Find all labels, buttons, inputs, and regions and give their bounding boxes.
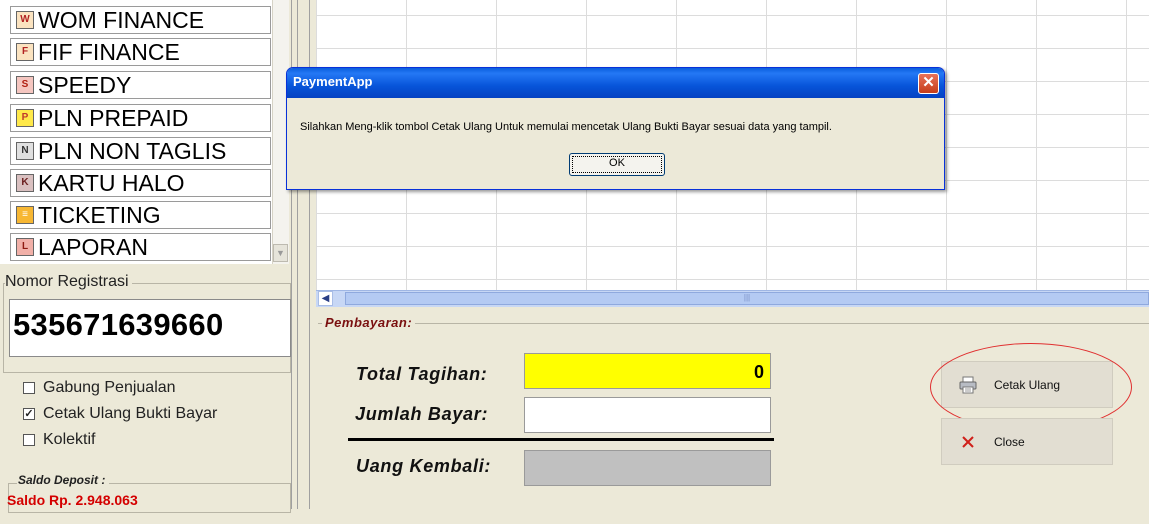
jumlah-bayar-label: Jumlah Bayar: [355, 404, 489, 424]
fif-finance-icon: F [16, 43, 34, 61]
menu-item-pln-non-taglis[interactable]: N PLN NON TAGLIS [10, 137, 271, 165]
wom-finance-icon: W [16, 11, 34, 29]
uang-kembali-label: Uang Kembali: [356, 456, 492, 476]
option-label: Kolektif [43, 431, 96, 448]
menu-item-kartu-halo[interactable]: K KARTU HALO [10, 169, 271, 197]
checkbox-unchecked-icon[interactable] [23, 434, 35, 446]
menu-item-pln-prepaid[interactable]: P PLN PREPAID [10, 104, 271, 132]
uang-kembali-field [524, 450, 771, 486]
scrollbar-thumb[interactable]: ||| [345, 292, 1149, 305]
service-menu-list: W WOM FINANCE F FIF FINANCE S SPEEDY P P… [0, 0, 300, 264]
dialog-title: PaymentApp [293, 74, 373, 89]
registration-number-field[interactable]: 535671639660 [9, 299, 291, 357]
option-gabung-penjualan[interactable]: Gabung Penjualan [23, 379, 176, 397]
message-dialog: PaymentApp ✕ Silahkan Meng-klik tombol C… [286, 67, 945, 190]
menu-item-label: PLN PREPAID [38, 104, 189, 131]
option-label: Gabung Penjualan [43, 379, 176, 396]
menu-item-label: WOM FINANCE [38, 6, 205, 33]
jumlah-bayar-input[interactable] [524, 397, 771, 433]
option-label: Cetak Ulang Bukti Bayar [43, 405, 218, 422]
menu-item-speedy[interactable]: S SPEEDY [10, 71, 271, 99]
scroll-down-arrow-icon[interactable]: ▼ [273, 244, 288, 262]
option-kolektif[interactable]: Kolektif [23, 431, 95, 449]
ticketing-icon: ≡ [16, 206, 34, 224]
menu-item-label: PLN NON TAGLIS [38, 137, 227, 164]
menu-item-label: KARTU HALO [38, 169, 185, 196]
laporan-icon: L [16, 238, 34, 256]
close-label: Close [994, 434, 1025, 449]
checkbox-unchecked-icon[interactable] [23, 382, 35, 394]
dialog-close-icon[interactable]: ✕ [918, 73, 939, 94]
close-button[interactable]: Close [941, 418, 1113, 465]
pln-non-taglis-icon: N [16, 142, 34, 160]
option-cetak-ulang-bukti-bayar[interactable]: ✓ Cetak Ulang Bukti Bayar [23, 405, 217, 423]
kartu-halo-icon: K [16, 174, 34, 192]
pln-prepaid-icon: P [16, 109, 34, 127]
dialog-message: Silahkan Meng-klik tombol Cetak Ulang Un… [300, 121, 832, 133]
menu-item-label: LAPORAN [38, 233, 148, 260]
saldo-legend: Saldo Deposit : [17, 473, 110, 487]
scroll-left-arrow-icon[interactable]: ◀ [318, 291, 333, 306]
total-tagihan-label: Total Tagihan: [356, 364, 488, 384]
dialog-titlebar[interactable] [287, 68, 944, 98]
checkbox-checked-icon[interactable]: ✓ [23, 408, 35, 420]
saldo-value: Saldo Rp. 2.948.063 [7, 492, 138, 508]
menu-item-label: TICKETING [38, 201, 161, 228]
close-icon [942, 434, 994, 450]
menu-item-wom-finance[interactable]: W WOM FINANCE [10, 6, 271, 34]
payment-divider [348, 438, 774, 441]
speedy-icon: S [16, 76, 34, 94]
menu-item-laporan[interactable]: L LAPORAN [10, 233, 271, 261]
menu-item-label: FIF FINANCE [38, 38, 180, 65]
menu-item-ticketing[interactable]: ≡ TICKETING [10, 201, 271, 229]
ok-button[interactable]: OK [569, 153, 665, 176]
payment-legend: Pembayaran: [322, 315, 416, 330]
menu-item-label: SPEEDY [38, 71, 132, 98]
menu-item-fif-finance[interactable]: F FIF FINANCE [10, 38, 271, 66]
total-tagihan-field: 0 [524, 353, 771, 389]
registration-legend: Nomor Registrasi [5, 273, 132, 291]
